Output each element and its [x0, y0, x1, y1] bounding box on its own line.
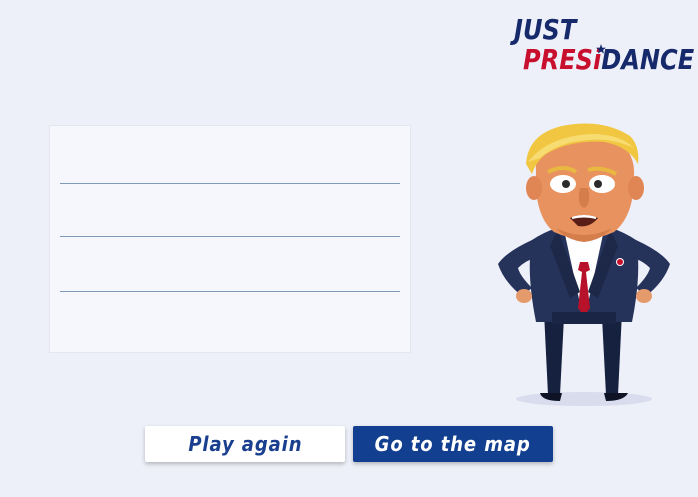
logo-dance: DANCE: [601, 43, 695, 76]
go-to-map-label: Go to the map: [374, 432, 532, 456]
go-to-map-button[interactable]: Go to the map: [353, 426, 553, 462]
logo-star-icon: [596, 44, 606, 54]
results-row-divider: [60, 291, 400, 292]
logo-line-presidance: PRESiDANCE: [523, 44, 694, 76]
logo-pres: PRES: [523, 43, 593, 76]
president-character-icon: [498, 123, 670, 406]
play-again-button[interactable]: Play again: [145, 426, 345, 462]
results-panel: [49, 125, 411, 353]
results-row-divider: [60, 183, 400, 184]
results-row-divider: [60, 236, 400, 237]
logo-line-just: JUST: [514, 13, 577, 46]
play-again-label: Play again: [187, 432, 303, 456]
game-logo: JUST PRESiDANCE: [512, 13, 694, 76]
